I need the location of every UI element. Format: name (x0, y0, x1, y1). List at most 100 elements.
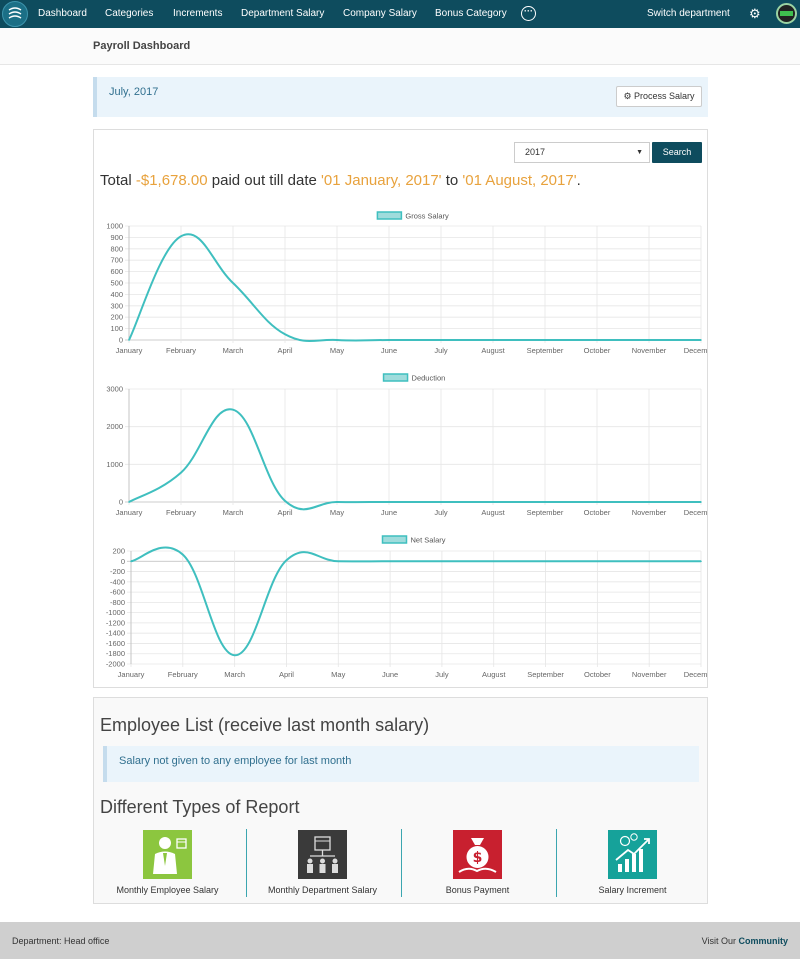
report-label: Monthly Department Salary (267, 885, 378, 895)
x-tick-label: February (168, 670, 198, 679)
data-point (388, 501, 390, 503)
x-tick-label: December (684, 346, 707, 355)
data-point (284, 500, 286, 502)
data-point (336, 501, 338, 503)
legend-label: Deduction (412, 374, 446, 383)
x-tick-label: May (331, 670, 345, 679)
x-tick-label: October (584, 346, 611, 355)
employee-list-title: Employee List (receive last month salary… (100, 715, 430, 735)
nav-company-salary[interactable]: Company Salary (343, 8, 417, 19)
y-tick-label: -800 (110, 598, 125, 607)
x-tick-label: April (277, 508, 292, 517)
y-tick-label: 0 (121, 557, 125, 566)
legend-swatch (382, 373, 409, 382)
x-tick-label: May (330, 508, 344, 517)
series-line-deduction (128, 408, 701, 511)
data-point (389, 560, 391, 563)
y-tick-label: 200 (112, 547, 125, 556)
data-point (700, 339, 702, 341)
footer-community: Visit Our Community (702, 936, 788, 946)
svg-text:$: $ (473, 850, 483, 866)
employee-icon (143, 830, 192, 879)
x-tick-label: July (434, 508, 448, 517)
data-point (648, 560, 650, 563)
x-tick-label: August (482, 670, 506, 679)
x-tick-label: March (223, 346, 244, 355)
nav-dashboard[interactable]: Dashboard (38, 8, 87, 19)
x-tick-label: June (381, 346, 397, 355)
footer-visit-text: Visit Our (701, 936, 739, 946)
y-tick-label: -1000 (106, 608, 125, 617)
report-salary-increment[interactable]: Salary Increment (559, 829, 714, 899)
growth-chart-icon (608, 830, 657, 879)
employee-list-message: Salary not given to any employee for las… (119, 755, 352, 767)
y-tick-label: 900 (110, 233, 123, 242)
nav-categories[interactable]: Categories (105, 8, 153, 19)
y-tick-label: 2000 (106, 422, 123, 431)
data-point (596, 339, 598, 341)
y-tick-label: 1000 (106, 460, 123, 469)
nav-bonus-category[interactable]: Bonus Category (435, 8, 507, 19)
footer-department: Department: Head office (12, 936, 110, 946)
data-point (232, 408, 234, 411)
nav-department-salary[interactable]: Department Salary (241, 8, 324, 19)
app-logo[interactable] (2, 1, 28, 27)
data-point (492, 560, 495, 563)
data-point (440, 501, 442, 503)
legend-label: Net Salary (411, 536, 446, 545)
x-tick-label: August (481, 346, 505, 355)
data-point (182, 553, 184, 556)
y-tick-label: -1800 (106, 649, 125, 658)
y-tick-label: -200 (110, 567, 125, 576)
x-tick-label: March (223, 508, 244, 517)
legend-swatch (381, 535, 408, 544)
x-tick-label: November (632, 670, 667, 679)
x-tick-label: July (435, 670, 449, 679)
data-point (492, 501, 494, 503)
money-bag-icon: $ (453, 830, 502, 879)
data-point (648, 339, 650, 341)
report-label: Salary Increment (598, 885, 667, 895)
reports-panel: Employee List (receive last month salary… (93, 697, 708, 904)
x-tick-label: January (116, 346, 143, 355)
salary-chart-panel: 2017 ▼ Search Total -$1,678.00 paid out … (93, 129, 708, 688)
data-point (128, 501, 130, 503)
data-point (492, 339, 494, 341)
data-point (180, 235, 182, 238)
y-tick-label: 100 (110, 324, 123, 333)
y-tick-label: 700 (110, 256, 123, 265)
x-tick-label: July (434, 346, 448, 355)
data-point (232, 282, 234, 284)
switch-department-link[interactable]: Switch department (647, 8, 730, 19)
x-tick-label: December (684, 508, 707, 517)
process-salary-button[interactable]: ⚙ Process Salary (616, 86, 702, 107)
x-tick-label: September (527, 670, 564, 679)
legend-swatch (376, 211, 403, 220)
x-tick-label: November (632, 508, 667, 517)
page-title: Payroll Dashboard (93, 40, 191, 52)
series-line-net-salary (130, 546, 701, 657)
report-monthly-employee-salary[interactable]: Monthly Employee Salary (94, 829, 249, 899)
x-tick-label: February (166, 346, 196, 355)
report-bonus-payment[interactable]: $ Bonus Payment (404, 829, 559, 899)
x-tick-label: September (527, 508, 564, 517)
x-tick-label: June (381, 508, 397, 517)
gear-icon[interactable]: ⚙ (749, 6, 761, 22)
avatar[interactable] (776, 3, 797, 24)
divider (556, 829, 557, 897)
x-tick-label: May (330, 346, 344, 355)
report-monthly-department-salary[interactable]: Monthly Department Salary (249, 829, 404, 899)
data-point (441, 560, 443, 563)
data-point (284, 333, 286, 336)
data-point (544, 560, 547, 563)
y-tick-label: 500 (110, 279, 123, 288)
y-tick-label: 1000 (106, 222, 123, 231)
series-line-gross-salary (128, 233, 701, 342)
data-point (596, 501, 598, 503)
nav-increments[interactable]: Increments (173, 8, 222, 19)
data-point (700, 501, 702, 503)
x-tick-label: January (118, 670, 145, 679)
more-icon[interactable]: ··· (521, 6, 536, 21)
y-tick-label: -1200 (106, 618, 125, 627)
community-link[interactable]: Community (739, 936, 789, 946)
